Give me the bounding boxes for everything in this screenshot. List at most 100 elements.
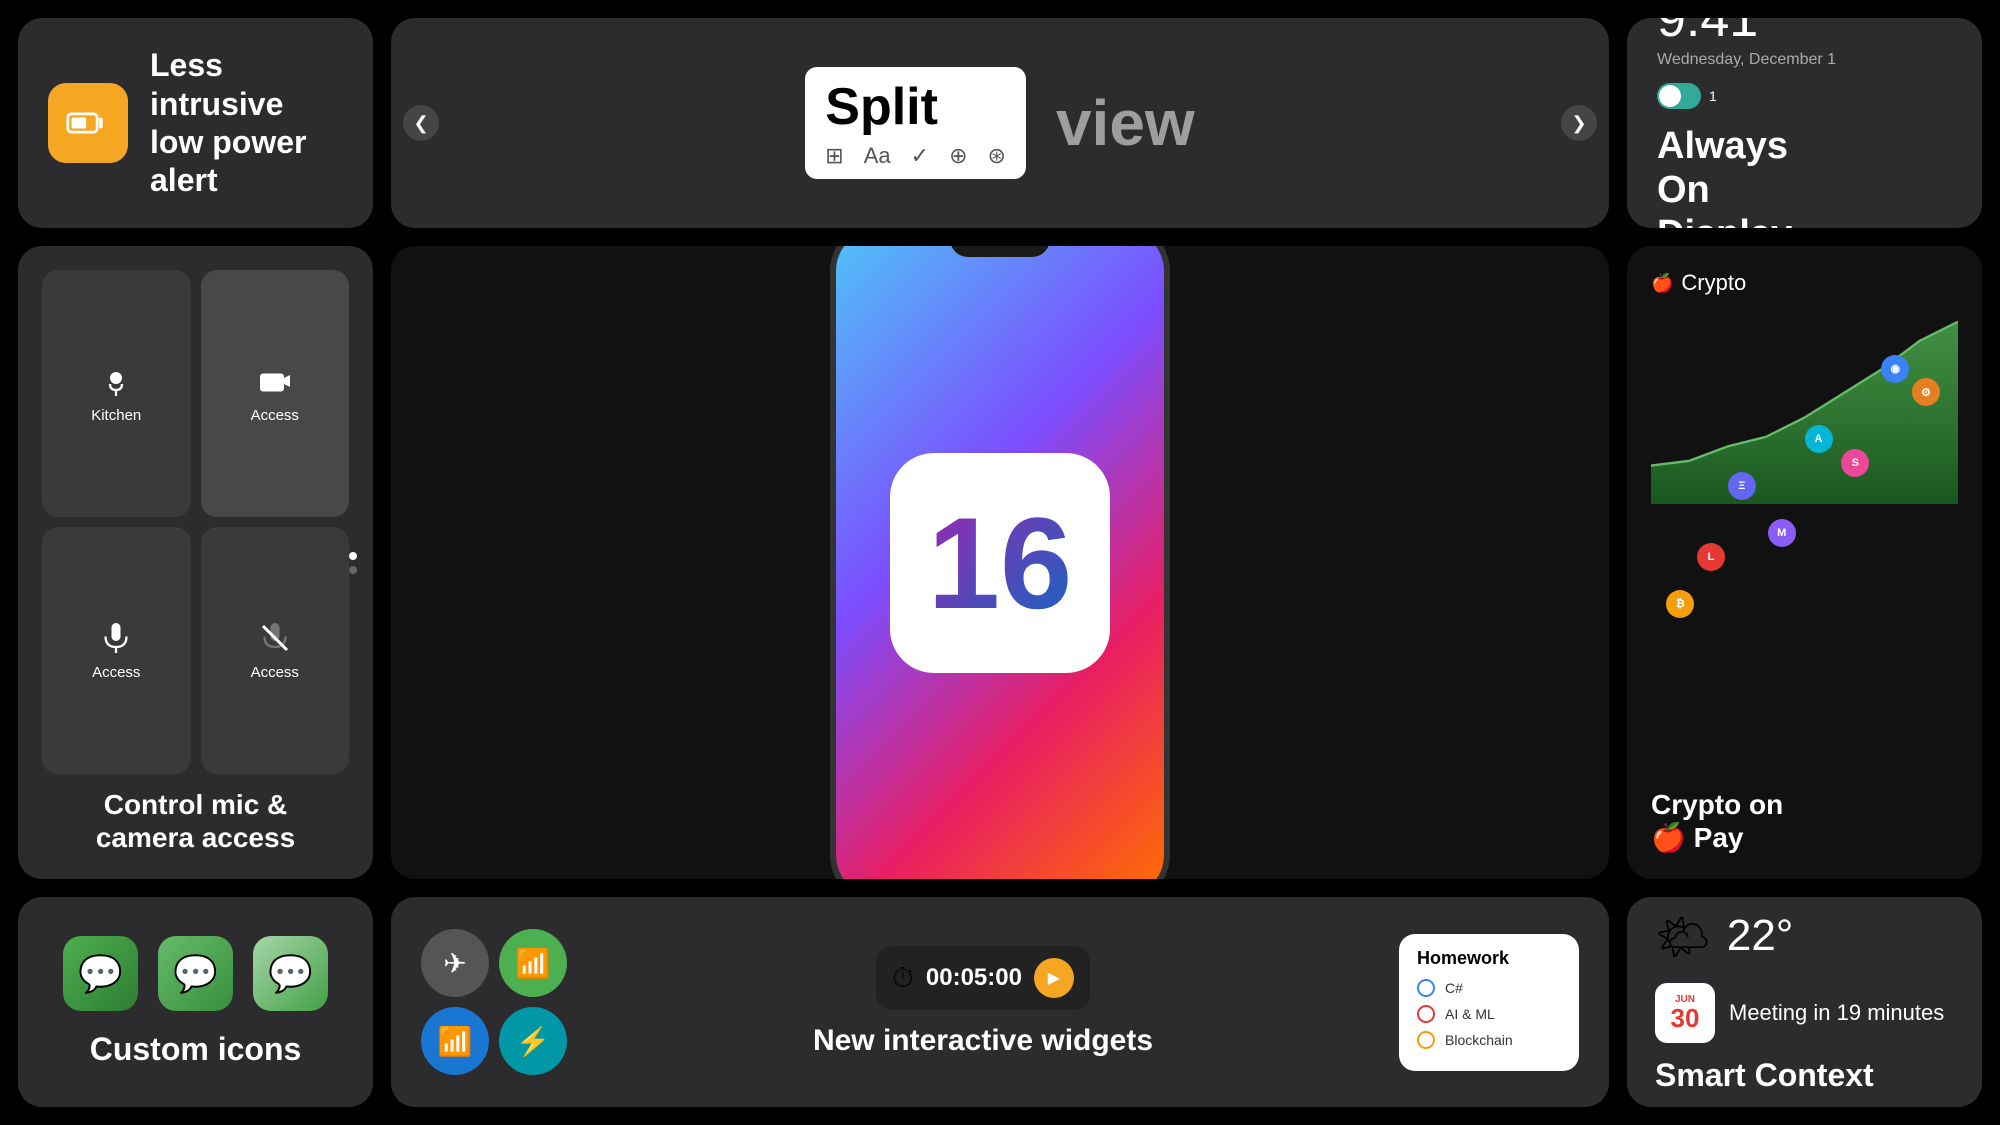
airplane-mode-button[interactable]: ✈ bbox=[421, 929, 489, 997]
split-view-arrow-left[interactable]: ❮ bbox=[403, 105, 439, 141]
access-camera-cell[interactable]: Access bbox=[201, 270, 350, 517]
crypto-footer: Crypto on 🍎 Pay bbox=[1651, 788, 1958, 855]
phone-frame: 16 bbox=[830, 246, 1170, 879]
access-off-label: Access bbox=[251, 664, 299, 681]
hw-circle-3 bbox=[1417, 1031, 1435, 1049]
podcast-button[interactable]: 📶 bbox=[499, 929, 567, 997]
ios16-number: 16 bbox=[928, 498, 1073, 628]
coin-matic: M bbox=[1768, 519, 1796, 547]
phone-side-button bbox=[1166, 349, 1170, 399]
message-icon-3: 💬 bbox=[253, 936, 328, 1011]
bluetooth-button[interactable]: ⚡ bbox=[499, 1007, 567, 1075]
coin-btc: ₿ bbox=[1666, 590, 1694, 618]
timer-icon: ⏱ bbox=[892, 962, 914, 995]
split-view-card: ❮ Split ⊞ Aa ✓ ⊕ ⊛ view ❯ bbox=[391, 18, 1609, 228]
slider-dots bbox=[349, 552, 357, 574]
always-on-card: 9:41 Wednesday, December 1 1 AlwaysOnDis… bbox=[1627, 18, 1982, 228]
icons-row: 💬 💬 💬 bbox=[63, 936, 328, 1011]
cal-date: 30 bbox=[1671, 1005, 1700, 1031]
low-power-card: Less intrusive low power alert bbox=[18, 18, 373, 228]
toolbar-grid-icon[interactable]: ⊞ bbox=[825, 143, 843, 169]
access-mic-cell[interactable]: Access bbox=[42, 527, 191, 774]
always-on-time: 9:41 bbox=[1657, 18, 1952, 49]
crypto-title: Crypto bbox=[1681, 270, 1746, 296]
crypto-coins: ₿ Ξ A ◉ S M L ⚙ bbox=[1651, 308, 1958, 778]
split-toolbar: ⊞ Aa ✓ ⊕ ⊛ bbox=[825, 143, 1006, 169]
crypto-header: 🍎 Crypto bbox=[1651, 270, 1958, 296]
timer-play-button[interactable]: ▶ bbox=[1034, 958, 1074, 998]
coin-dot: ◉ bbox=[1881, 355, 1909, 383]
toggle-track[interactable] bbox=[1657, 83, 1701, 109]
split-view-box: Split ⊞ Aa ✓ ⊕ ⊛ bbox=[805, 67, 1026, 179]
crypto-pay-label: Pay bbox=[1694, 822, 1744, 853]
phone-screen: 16 bbox=[836, 246, 1164, 879]
hw-label-1: C# bbox=[1445, 980, 1463, 996]
coin-ada: A bbox=[1805, 425, 1833, 453]
toggle-label: 1 bbox=[1709, 88, 1717, 104]
low-power-title: Less intrusive low power alert bbox=[150, 46, 343, 200]
toolbar-font-icon[interactable]: Aa bbox=[864, 143, 891, 169]
sc-meeting-row: JUN 30 Meeting in 19 minutes bbox=[1655, 983, 1954, 1043]
toolbar-person-icon[interactable]: ⊛ bbox=[988, 143, 1006, 169]
camera-label: Access bbox=[251, 407, 299, 424]
dot-inactive bbox=[349, 566, 357, 574]
timer-widget: ⏱ 00:05:00 ▶ bbox=[876, 946, 1090, 1010]
hw-item-1: C# bbox=[1417, 979, 1561, 997]
apple-logo-icon: 🍎 bbox=[1651, 273, 1673, 294]
toolbar-plus-icon[interactable]: ⊕ bbox=[949, 143, 967, 169]
calendar-icon: JUN 30 bbox=[1655, 983, 1715, 1043]
custom-icons-label: Custom icons bbox=[90, 1031, 302, 1068]
always-on-heading: AlwaysOnDisplay bbox=[1657, 125, 1952, 228]
sc-temperature: 22° bbox=[1727, 911, 1794, 961]
wifi-button[interactable]: 📶 bbox=[421, 1007, 489, 1075]
homework-widget: Homework C# AI & ML Blockchain bbox=[1399, 934, 1579, 1071]
timer-time: 00:05:00 bbox=[926, 964, 1022, 992]
split-view-word: view bbox=[1056, 86, 1195, 160]
widgets-card: ✈ 📶 📶 ⚡ ⏱ 00:05:00 ▶ New interactive wid… bbox=[391, 897, 1609, 1107]
coin-avax: ⚙ bbox=[1912, 378, 1940, 406]
always-on-toggle-row: 1 bbox=[1657, 83, 1952, 109]
hw-circle-2 bbox=[1417, 1005, 1435, 1023]
homework-title: Homework bbox=[1417, 948, 1561, 969]
message-icon-1: 💬 bbox=[63, 936, 138, 1011]
access-off-cell[interactable]: Access bbox=[201, 527, 350, 774]
control-center-widget: ✈ 📶 📶 ⚡ bbox=[421, 929, 567, 1075]
ios16-card: 16 bbox=[391, 246, 1609, 879]
apple-pay-apple-icon: 🍎 bbox=[1651, 822, 1686, 853]
hw-label-3: Blockchain bbox=[1445, 1032, 1513, 1048]
mic-label: Access bbox=[92, 664, 140, 681]
mic-camera-card: Kitchen Access Access Access Control mic… bbox=[18, 246, 373, 879]
hw-item-3: Blockchain bbox=[1417, 1031, 1561, 1049]
smart-context-label: Smart Context bbox=[1655, 1057, 1954, 1094]
always-on-date: Wednesday, December 1 bbox=[1657, 51, 1952, 69]
message-icon-2: 💬 bbox=[158, 936, 233, 1011]
split-view-arrow-right[interactable]: ❯ bbox=[1561, 105, 1597, 141]
dot-active bbox=[349, 552, 357, 560]
coin-sol: S bbox=[1841, 449, 1869, 477]
crypto-footer-line1: Crypto on bbox=[1651, 788, 1958, 822]
coin-link: L bbox=[1697, 543, 1725, 571]
mic-camera-description: Control mic &camera access bbox=[42, 788, 349, 855]
crypto-card: 🍎 Crypto ₿ Ξ A ◉ S M L ⚙ Crypto on bbox=[1627, 246, 1982, 879]
phone-notch bbox=[950, 246, 1050, 257]
hw-circle-1 bbox=[1417, 979, 1435, 997]
toolbar-check-icon[interactable]: ✓ bbox=[911, 143, 929, 169]
widgets-label: New interactive widgets bbox=[813, 1024, 1153, 1058]
mic-camera-grid: Kitchen Access Access Access bbox=[42, 270, 349, 774]
hw-label-2: AI & ML bbox=[1445, 1006, 1495, 1022]
sc-weather-row: 🌤 22° bbox=[1655, 911, 1954, 963]
split-title: Split bbox=[825, 81, 1006, 133]
custom-icons-card: 💬 💬 💬 Custom icons bbox=[18, 897, 373, 1107]
weather-icon: 🌤 bbox=[1655, 911, 1711, 963]
sc-meeting-text: Meeting in 19 minutes bbox=[1729, 1000, 1944, 1026]
kitchen-label: Kitchen bbox=[91, 407, 141, 424]
toggle-thumb bbox=[1659, 85, 1681, 107]
ios16-badge: 16 bbox=[890, 453, 1110, 673]
smart-context-card: 🌤 22° JUN 30 Meeting in 19 minutes Smart… bbox=[1627, 897, 1982, 1107]
crypto-chart-area: ₿ Ξ A ◉ S M L ⚙ bbox=[1651, 308, 1958, 778]
crypto-footer-line2: 🍎 Pay bbox=[1651, 821, 1958, 855]
hw-item-2: AI & ML bbox=[1417, 1005, 1561, 1023]
coin-eth: Ξ bbox=[1728, 472, 1756, 500]
low-power-icon bbox=[48, 83, 128, 163]
kitchen-cell[interactable]: Kitchen bbox=[42, 270, 191, 517]
